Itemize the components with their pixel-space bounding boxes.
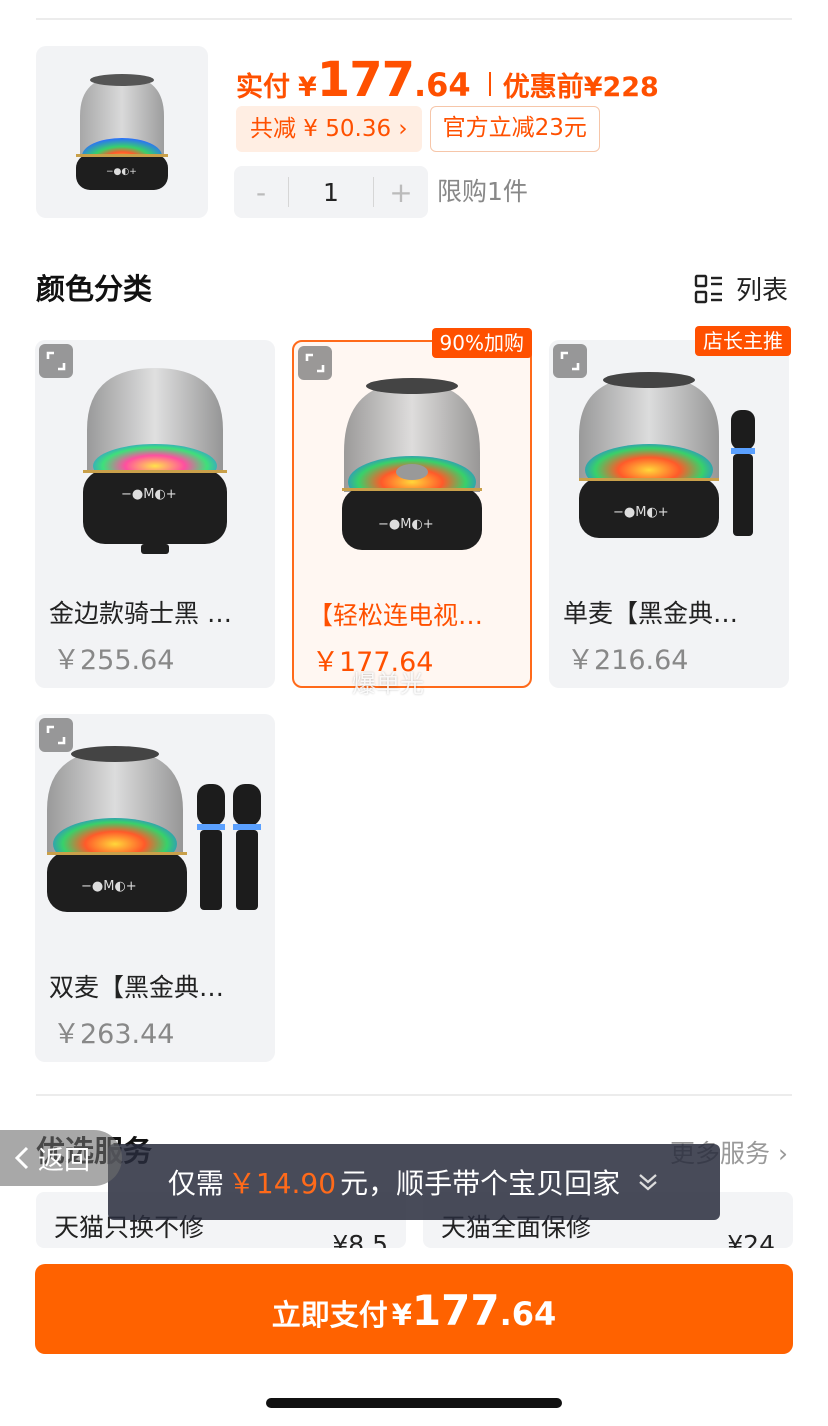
pay-price-decimal: .64 xyxy=(414,66,471,104)
variant-tag: 90%加购 xyxy=(431,328,532,358)
pay-button-currency: ¥ xyxy=(391,1298,412,1332)
pay-button-label: 立即支付 xyxy=(271,1298,388,1332)
list-view-icon xyxy=(694,274,722,303)
top-divider xyxy=(36,18,792,20)
pay-button-decimal: .64 xyxy=(499,1295,557,1333)
svg-text:−●◐+: −●◐+ xyxy=(106,167,137,177)
svg-text:−●M◐+: −●M◐+ xyxy=(81,879,137,894)
upsell-toast[interactable]: 仅需 ￥14.90 元，顺手带个宝贝回家 xyxy=(108,1144,720,1220)
variant-name: 金边款骑士黑 … xyxy=(49,599,232,628)
total-discount-badge[interactable]: 共减 ¥ 50.36 › xyxy=(236,106,422,152)
quantity-value[interactable]: 1 xyxy=(289,178,373,207)
variant-name: 单麦【黑金典… xyxy=(563,599,739,628)
speaker-image: −●◐+ xyxy=(76,74,168,190)
toast-prefix: 仅需 xyxy=(167,1167,224,1200)
variant-tag: 店长主推 xyxy=(695,326,791,356)
service-price: ¥24 xyxy=(727,1230,775,1248)
pay-label: 实付 xyxy=(236,72,290,103)
svg-text:−●M◐+: −●M◐+ xyxy=(121,487,177,502)
product-thumbnail[interactable]: −●◐+ xyxy=(36,46,208,218)
variant-name: 【轻松连电视… xyxy=(308,601,484,630)
variant-name: 双麦【黑金典… xyxy=(49,973,225,1002)
currency-symbol: ¥ xyxy=(298,72,317,103)
toast-amount: ￥14.90 xyxy=(227,1167,337,1200)
quantity-stepper: - 1 + xyxy=(234,166,428,218)
home-indicator[interactable] xyxy=(266,1398,562,1408)
pay-price-row: 实付 ¥ 177 .64 优惠前 ¥228 xyxy=(236,52,659,108)
variant-card[interactable]: 店长主推 −●M◐+ 单麦【黑金典… ￥216.64 xyxy=(549,326,791,688)
expand-image-icon[interactable] xyxy=(39,718,73,752)
variant-price: ￥255.64 xyxy=(53,645,175,676)
original-price-label: 优惠前 xyxy=(502,72,584,103)
variant-card[interactable]: −●M◐+ 金边款骑士黑 … ￥255.64 xyxy=(35,340,275,688)
pay-button-integer: 177 xyxy=(411,1286,500,1335)
toast-suffix: 元，顺手带个宝贝回家 xyxy=(340,1167,621,1200)
variant-card-selected[interactable]: 90%加购 −●M◐+ 【轻松连电视… ￥177.64 xyxy=(292,328,532,688)
variant-price: ￥216.64 xyxy=(567,645,689,676)
expand-image-icon[interactable] xyxy=(298,346,332,380)
pay-price-integer: 177 xyxy=(316,52,415,108)
variants-section-title: 颜色分类 xyxy=(36,272,153,306)
section-divider xyxy=(36,1094,792,1096)
chevron-down-icon xyxy=(639,1174,657,1191)
expand-image-icon[interactable] xyxy=(39,344,73,378)
variant-card[interactable]: −●M◐+ 双麦【黑金典… ￥263.44 xyxy=(35,714,275,1062)
original-price: ¥228 xyxy=(583,72,659,103)
official-discount-badge: 官方立减23元 xyxy=(429,106,600,152)
svg-text:−●M◐+: −●M◐+ xyxy=(378,517,434,532)
chevron-left-icon xyxy=(14,1146,29,1170)
back-label: 返回 xyxy=(38,1145,91,1176)
list-view-toggle[interactable]: 列表 xyxy=(694,270,788,307)
svg-text:−●M◐+: −●M◐+ xyxy=(613,505,669,520)
increase-button[interactable]: + xyxy=(374,176,428,209)
purchase-limit: 限购1件 xyxy=(437,177,528,206)
list-view-label: 列表 xyxy=(735,276,788,306)
discount-badges: 共减 ¥ 50.36 › 官方立减23元 xyxy=(236,106,600,152)
expand-image-icon[interactable] xyxy=(553,344,587,378)
decrease-button[interactable]: - xyxy=(234,176,288,209)
back-button[interactable]: 返回 xyxy=(0,1130,122,1186)
variant-price: ￥263.44 xyxy=(53,1019,175,1050)
pay-now-button[interactable]: 立即支付 ¥ 177 .64 xyxy=(35,1264,793,1354)
service-price: ¥8.5 xyxy=(332,1230,388,1248)
watermark-text: 爆单光 xyxy=(352,670,424,698)
price-separator xyxy=(488,72,491,96)
